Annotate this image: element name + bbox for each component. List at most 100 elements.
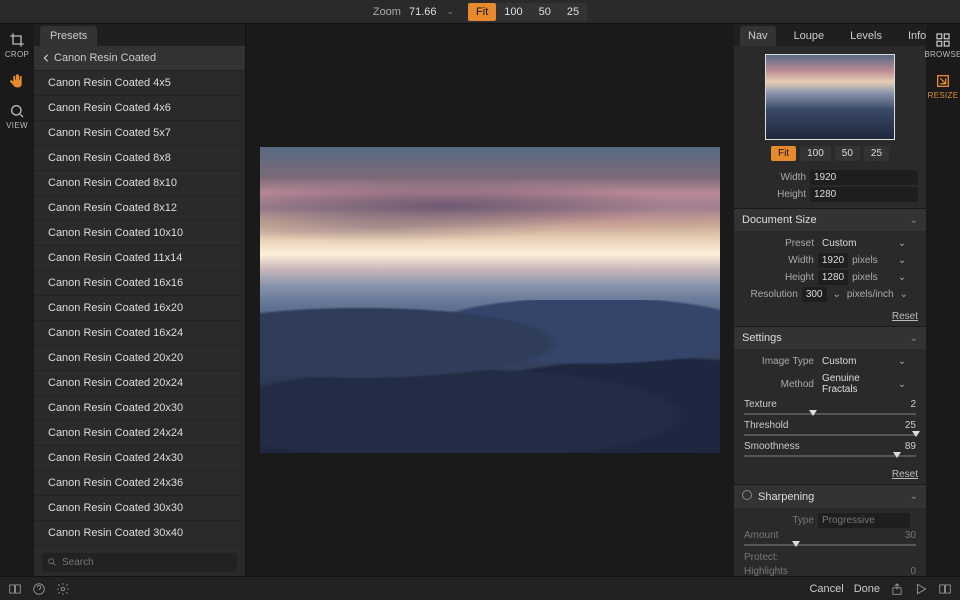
view-label: VIEW xyxy=(6,121,28,130)
preset-item[interactable]: Canon Resin Coated 4x5 xyxy=(34,71,241,96)
docsize-res-field[interactable]: 300 xyxy=(802,287,827,302)
threshold-slider[interactable]: Threshold25 xyxy=(742,419,918,440)
preset-item[interactable]: Canon Resin Coated 8x12 xyxy=(34,196,241,221)
sharpening-toggle[interactable] xyxy=(742,490,752,500)
settings-method[interactable]: Genuine Fractals xyxy=(818,371,890,397)
chevron-down-icon[interactable]: ⌄ xyxy=(831,289,843,300)
document-size-section: Document Size ⌄ PresetCustom⌄ Width1920p… xyxy=(734,208,926,326)
compare-icon[interactable] xyxy=(938,582,952,596)
preset-item[interactable]: Canon Resin Coated 30x40 xyxy=(34,521,241,546)
docsize-reset[interactable]: Reset xyxy=(734,309,926,326)
zoom-label: Zoom xyxy=(373,6,401,18)
help-icon[interactable] xyxy=(32,582,46,596)
settings-header[interactable]: Settings ⌄ xyxy=(734,327,926,349)
chevron-down-icon[interactable]: ⌄ xyxy=(894,379,910,390)
document-size-header[interactable]: Document Size ⌄ xyxy=(734,209,926,231)
canvas-area[interactable] xyxy=(246,24,734,576)
sharpening-amount-slider[interactable]: Amount30 xyxy=(742,529,918,550)
play-icon[interactable] xyxy=(914,582,928,596)
tab-levels[interactable]: Levels xyxy=(842,26,890,46)
preset-item[interactable]: Canon Resin Coated 5x7 xyxy=(34,121,241,146)
settings-reset[interactable]: Reset xyxy=(734,467,926,484)
protect-label: Protect: xyxy=(742,550,918,565)
pan-tool[interactable] xyxy=(9,73,25,89)
texture-slider[interactable]: Texture2 xyxy=(742,398,918,419)
nav-zoom-50-button[interactable]: 50 xyxy=(835,146,860,161)
browse-tool[interactable]: BROWSE xyxy=(924,32,960,59)
navigator-thumbnail[interactable] xyxy=(765,54,895,140)
settings-section: Settings ⌄ Image TypeCustom⌄ MethodGenui… xyxy=(734,326,926,484)
nav-zoom-100-button[interactable]: 100 xyxy=(800,146,831,161)
docsize-height-field[interactable]: 1280 xyxy=(818,270,848,285)
presets-tab[interactable]: Presets xyxy=(40,26,97,46)
dual-view-icon[interactable] xyxy=(8,582,22,596)
preset-search-input[interactable] xyxy=(42,553,237,572)
tab-info[interactable]: Info xyxy=(900,26,926,46)
tab-nav[interactable]: Nav xyxy=(740,26,776,46)
preset-item[interactable]: Canon Resin Coated 30x30 xyxy=(34,496,241,521)
bottom-bar: Cancel Done xyxy=(0,576,960,600)
tab-loupe[interactable]: Loupe xyxy=(786,26,833,46)
preset-item[interactable]: Canon Resin Coated 8x10 xyxy=(34,171,241,196)
cancel-button[interactable]: Cancel xyxy=(809,583,843,595)
docsize-preset[interactable]: Custom xyxy=(818,236,890,251)
zoom-fit-button[interactable]: Fit xyxy=(468,3,496,21)
highlights-slider[interactable]: Highlights0 xyxy=(742,565,918,576)
chevron-down-icon[interactable]: ⌄ xyxy=(894,238,910,249)
presets-header[interactable]: Canon Resin Coated xyxy=(34,46,245,71)
docsize-width-field[interactable]: 1920 xyxy=(818,253,848,268)
zoom-50-button[interactable]: 50 xyxy=(531,3,559,21)
browse-label: BROWSE xyxy=(924,50,960,59)
view-tool[interactable]: VIEW xyxy=(6,103,28,130)
pixel-height-field[interactable]: 1280 xyxy=(810,187,918,202)
preset-search[interactable] xyxy=(42,553,237,572)
sharpening-section: Sharpening ⌄ TypeProgressive Amount30 Pr… xyxy=(734,484,926,576)
share-icon[interactable] xyxy=(890,582,904,596)
preset-item[interactable]: Canon Resin Coated 24x30 xyxy=(34,446,241,471)
pixel-width-field[interactable]: 1920 xyxy=(810,170,918,185)
zoom-100-button[interactable]: 100 xyxy=(496,3,530,21)
pixel-width-label: Width xyxy=(734,172,806,183)
chevron-down-icon: ⌄ xyxy=(910,215,918,226)
preset-item[interactable]: Canon Resin Coated 10x10 xyxy=(34,221,241,246)
chevron-down-icon[interactable]: ⌄ xyxy=(894,272,910,283)
preset-item[interactable]: Canon Resin Coated 4x6 xyxy=(34,96,241,121)
sharpening-type[interactable]: Progressive xyxy=(818,513,910,528)
zoom-bar: Zoom 71.66 ⌄ Fit1005025 xyxy=(0,0,960,24)
preset-item[interactable]: Canon Resin Coated 20x20 xyxy=(34,346,241,371)
image-preview xyxy=(260,147,720,453)
preset-list[interactable]: Canon Resin Coated 4x5Canon Resin Coated… xyxy=(34,71,241,549)
preset-item[interactable]: Canon Resin Coated 11x14 xyxy=(34,246,241,271)
zoom-25-button[interactable]: 25 xyxy=(559,3,587,21)
nav-zoom-25-button[interactable]: 25 xyxy=(864,146,889,161)
preset-item[interactable]: Canon Resin Coated 16x24 xyxy=(34,321,241,346)
settings-image-type[interactable]: Custom xyxy=(818,354,890,369)
done-button[interactable]: Done xyxy=(854,583,880,595)
chevron-down-icon[interactable]: ⌄ xyxy=(898,289,910,300)
gear-icon[interactable] xyxy=(56,582,70,596)
chevron-down-icon[interactable]: ⌄ xyxy=(894,356,910,367)
crop-label: CROP xyxy=(5,50,29,59)
crop-tool[interactable]: CROP xyxy=(5,32,29,59)
preset-item[interactable]: Canon Resin Coated 20x24 xyxy=(34,371,241,396)
zoom-value[interactable]: 71.66 xyxy=(409,6,437,18)
chevron-down-icon: ⌄ xyxy=(910,491,918,502)
chevron-down-icon[interactable]: ⌄ xyxy=(894,255,910,266)
resize-tool[interactable]: RESIZE xyxy=(928,73,959,100)
chevron-left-icon xyxy=(42,54,50,62)
preset-item[interactable]: Canon Resin Coated 20x30 xyxy=(34,396,241,421)
preset-item[interactable]: Canon Resin Coated 24x36 xyxy=(34,471,241,496)
navigator: Fit 100 50 25 xyxy=(734,46,926,169)
nav-zoom-fit-button[interactable]: Fit xyxy=(771,146,796,161)
preset-item[interactable]: Canon Resin Coated 16x16 xyxy=(34,271,241,296)
zoom-dropdown-icon[interactable]: ⌄ xyxy=(443,6,459,17)
smoothness-slider[interactable]: Smoothness89 xyxy=(742,440,918,461)
search-icon xyxy=(47,557,57,567)
presets-panel: Presets Canon Resin Coated Canon Resin C… xyxy=(34,24,246,576)
preset-item[interactable]: Canon Resin Coated 8x8 xyxy=(34,146,241,171)
preset-item[interactable]: Canon Resin Coated 16x20 xyxy=(34,296,241,321)
navigator-zoom-buttons: Fit 100 50 25 xyxy=(771,146,889,161)
left-tool-rail: CROP VIEW xyxy=(0,24,34,576)
preset-item[interactable]: Canon Resin Coated 24x24 xyxy=(34,421,241,446)
sharpening-header[interactable]: Sharpening ⌄ xyxy=(734,485,926,508)
